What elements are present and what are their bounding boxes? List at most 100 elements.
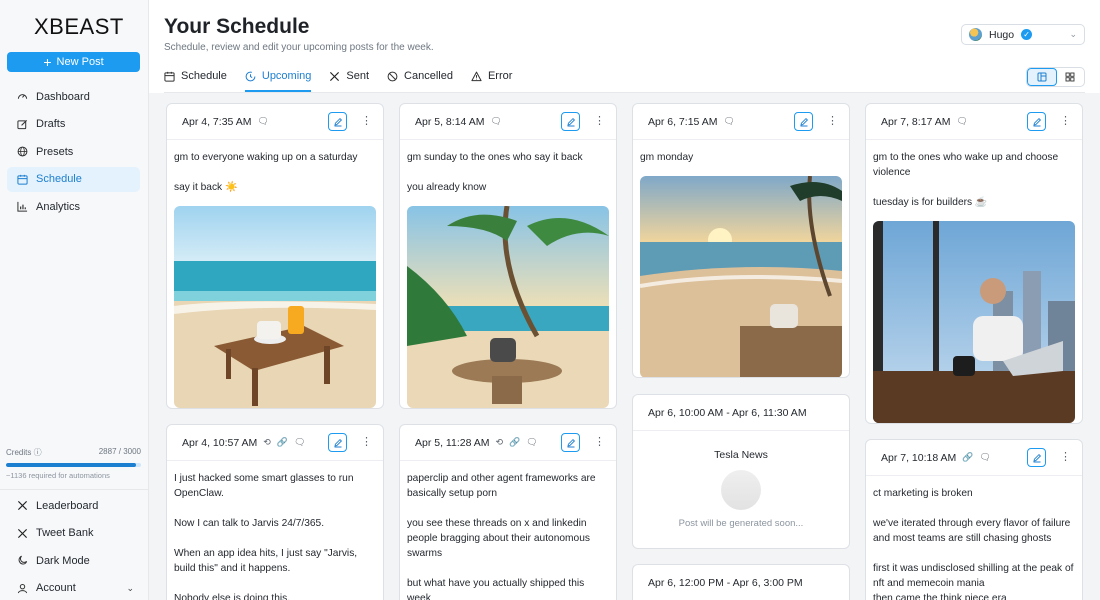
repeat-icon: ⟲ [495, 437, 504, 447]
post-card[interactable]: Apr 6, 7:15 AM 🗨 ⋮ gm monday [632, 103, 850, 378]
page-subtitle: Schedule, review and edit your upcoming … [164, 42, 434, 53]
sidebar-divider [0, 489, 149, 490]
edit-post-button[interactable] [1027, 448, 1046, 467]
post-text: gm to everyone waking up on a saturday [174, 152, 358, 163]
credits-progress-bar [6, 463, 141, 467]
more-options-icon[interactable]: ⋮ [1060, 452, 1071, 463]
post-text: Nobody else is doing this. [174, 593, 291, 600]
link-icon: 🔗 [962, 452, 974, 462]
post-time: Apr 4, 7:35 AM [182, 115, 252, 128]
tab-upcoming[interactable]: Upcoming [244, 68, 312, 92]
edit-post-button[interactable] [1027, 112, 1046, 131]
edit-post-button[interactable] [561, 112, 580, 131]
pencil-icon [799, 117, 808, 126]
tab-error[interactable]: Error [471, 68, 512, 92]
sidebar-item-label: Presets [36, 145, 74, 158]
post-card-header: Apr 7, 10:18 AM 🔗 🗨 ⋮ [866, 440, 1082, 476]
palm-beach-image [407, 206, 609, 408]
avatar [969, 28, 982, 41]
post-content: I just hacked some smart glasses to run … [167, 461, 383, 600]
comment-icon: 🗨 [294, 437, 306, 447]
edit-post-button[interactable] [328, 433, 347, 452]
post-card-header: Apr 4, 7:35 AM 🗨 ⋮ [167, 104, 383, 140]
warning-icon [471, 71, 482, 81]
sidebar-item-dashboard[interactable]: Dashboard [7, 84, 140, 109]
page-title: Your Schedule [164, 15, 310, 38]
pencil-icon [1032, 453, 1041, 462]
tab-label: Upcoming [261, 70, 312, 82]
sidebar-item-presets[interactable]: Presets [7, 139, 140, 164]
repeat-icon: ⟲ [263, 437, 271, 447]
account-name: Hugo [989, 28, 1015, 41]
credits-progress-fill [6, 463, 136, 467]
pencil-icon [566, 117, 575, 126]
credits-note: ~1136 required for automations [6, 471, 110, 480]
more-options-icon[interactable]: ⋮ [827, 116, 838, 127]
x-logo-icon [17, 500, 28, 511]
comment-icon: 🗨 [490, 116, 502, 126]
sidebar-item-dark-mode[interactable]: Dark Mode [7, 548, 140, 573]
post-card[interactable]: Apr 7, 8:17 AM 🗨 ⋮ gm to the ones who wa… [865, 103, 1083, 424]
verified-badge-icon: ✓ [1021, 29, 1033, 40]
sidebar-item-drafts[interactable]: Drafts [7, 112, 140, 137]
post-text: tuesday is for builders ☕ [873, 197, 988, 208]
sidebar-item-tweet-bank[interactable]: Tweet Bank [7, 521, 140, 546]
post-text: When an app idea hits, I just say "Jarvi… [174, 548, 358, 574]
chevron-down-icon[interactable]: ⌄ [126, 583, 134, 594]
post-card[interactable]: Apr 4, 10:57 AM ⟲ 🔗 🗨 ⋮ I just hacked so… [166, 424, 384, 600]
more-options-icon[interactable]: ⋮ [594, 116, 605, 127]
more-options-icon[interactable]: ⋮ [361, 116, 372, 127]
app-logo[interactable]: XBEAST [34, 14, 124, 40]
new-post-button[interactable]: + New Post [7, 52, 140, 72]
post-card[interactable]: Apr 5, 8:14 AM 🗨 ⋮ gm sunday to the ones… [399, 103, 617, 409]
post-time: Apr 7, 8:17 AM [881, 115, 951, 128]
edit-post-button[interactable] [561, 433, 580, 452]
beach-table-image [174, 206, 376, 408]
more-options-icon[interactable]: ⋮ [594, 437, 605, 448]
sidebar-item-label: Drafts [36, 118, 66, 130]
post-card[interactable]: Apr 4, 7:35 AM 🗨 ⋮ gm to everyone waking… [166, 103, 384, 409]
account-switcher[interactable]: Hugo ✓ ⌄ [961, 24, 1085, 45]
sidebar-item-label: Dark Mode [36, 554, 90, 567]
generated-post-card[interactable]: Apr 6, 12:00 PM - Apr 6, 3:00 PM [632, 564, 850, 600]
link-icon: 🔗 [276, 437, 289, 447]
credits-value: 2887 / 3000 [98, 447, 141, 456]
info-icon[interactable]: ⓘ [34, 448, 42, 457]
sidebar-item-label: Leaderboard [36, 499, 99, 512]
post-text: gm monday [640, 152, 694, 163]
tab-schedule[interactable]: Schedule [164, 68, 227, 92]
tab-sent[interactable]: Sent [329, 68, 369, 92]
more-options-icon[interactable]: ⋮ [1060, 116, 1071, 127]
post-card[interactable]: Apr 7, 10:18 AM 🔗 🗨 ⋮ ct marketing is br… [865, 439, 1083, 600]
edit-post-button[interactable] [328, 112, 347, 131]
tab-cancelled[interactable]: Cancelled [387, 68, 453, 92]
post-image [640, 176, 842, 377]
post-time: Apr 7, 10:18 AM [881, 451, 957, 464]
sunrise-beach-image [640, 176, 842, 377]
edit-post-button[interactable] [794, 112, 813, 131]
sidebar-item-label: Account [36, 582, 76, 594]
post-card[interactable]: Apr 5, 11:28 AM ⟲ 🔗 🗨 ⋮ paperclip and ot… [399, 424, 617, 600]
post-image [407, 206, 609, 408]
grid-view-button[interactable] [1057, 68, 1085, 86]
new-post-label: New Post [56, 56, 104, 68]
post-text: you see these threads on x and linkedin … [407, 518, 590, 559]
sidebar-item-analytics[interactable]: Analytics [7, 194, 140, 219]
sidebar-item-leaderboard[interactable]: Leaderboard [7, 493, 140, 518]
sidebar-item-schedule[interactable]: Schedule [7, 166, 140, 192]
post-text: ct marketing is broken [873, 488, 973, 499]
sidebar-item-account[interactable]: Account ⌄ [7, 576, 140, 600]
x-logo-icon [330, 71, 340, 81]
pencil-square-icon [17, 119, 28, 129]
globe-icon [17, 146, 28, 157]
more-options-icon[interactable]: ⋮ [361, 437, 372, 448]
generated-post-card[interactable]: Apr 6, 10:00 AM - Apr 6, 11:30 AM Tesla … [632, 394, 850, 549]
post-image [174, 206, 376, 408]
sidebar: XBEAST + New Post Dashboard Drafts Prese… [0, 0, 149, 600]
post-card-header: Apr 5, 11:28 AM ⟲ 🔗 🗨 ⋮ [400, 425, 616, 461]
post-card-header: Apr 4, 10:57 AM ⟲ 🔗 🗨 ⋮ [167, 425, 383, 461]
sidebar-item-label: Tweet Bank [36, 527, 94, 539]
post-card-header: Apr 6, 7:15 AM 🗨 ⋮ [633, 104, 849, 140]
column-view-button[interactable] [1027, 68, 1057, 86]
post-image [873, 221, 1075, 423]
